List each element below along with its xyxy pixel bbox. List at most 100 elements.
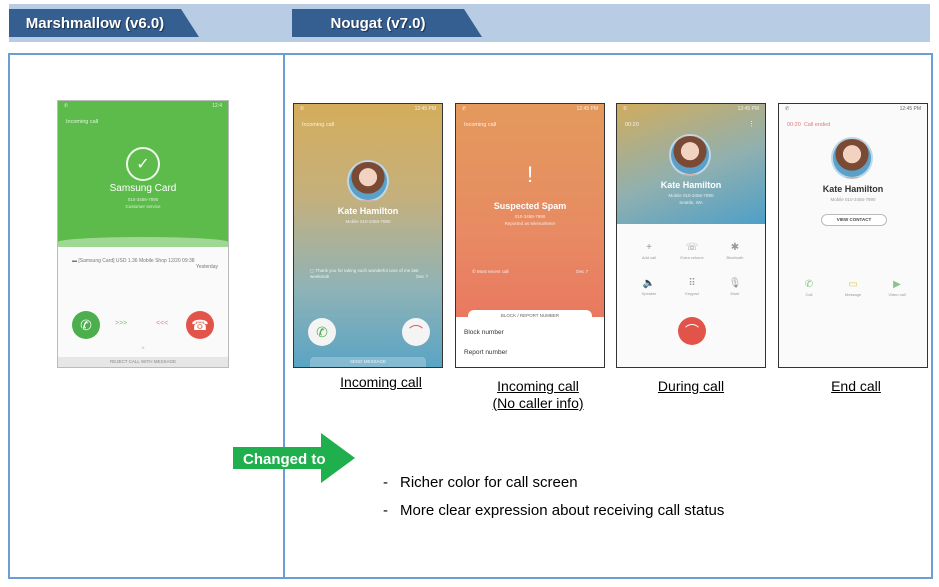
control-label: Extra volume [680, 255, 704, 260]
nougat-during-call-screen: ✆ 12:45 PM 00:20 ⋮ Kate Hamilton Mobile … [616, 103, 766, 368]
phone-icon: ✆ [300, 106, 305, 112]
sheet-title: BLOCK / REPORT NUMBER [468, 310, 592, 322]
control-label: Mute [730, 291, 740, 296]
accept-call-button[interactable]: ✆ [72, 311, 100, 339]
list-item: - Richer color for call screen [383, 474, 724, 491]
control-label: Bluetooth [726, 255, 744, 260]
message-date: Dec 7 [416, 274, 428, 279]
call-label: Incoming call [464, 122, 497, 128]
message-time: Yesterday [195, 264, 218, 270]
add-call-button[interactable]: + Add call [629, 242, 669, 260]
bullet-text: Richer color for call screen [400, 474, 578, 491]
bullet-dash: - [383, 502, 388, 519]
plus-icon: + [646, 242, 652, 253]
status-time: 12:45 PM [899, 106, 921, 112]
caller-number: Mobile 010-3456-7890 [830, 197, 876, 202]
accept-hint: >>> [115, 320, 128, 327]
hang-up-icon: ⌒ [409, 324, 423, 340]
reject-call-button[interactable]: ☎ [186, 311, 214, 339]
report-number-option[interactable]: Report number [464, 349, 507, 356]
tab-marshmallow: Marshmallow (v6.0) [9, 9, 199, 37]
caller-name: Kate Hamilton [337, 206, 399, 216]
bluetooth-button[interactable]: ✱ Bluetooth [715, 242, 755, 260]
caller-subtitle: Customer service [125, 204, 161, 209]
caller-name: Kate Hamilton [822, 184, 884, 194]
nougat-spam-screen: ✆ 12:45 PM Incoming call ! Suspected Spa… [455, 103, 605, 368]
caption-during-call: During call [657, 378, 725, 394]
send-message-button[interactable]: SEND MESSAGE [310, 357, 426, 367]
during-call-header: ✆ 12:45 PM 00:20 ⋮ Kate Hamilton Mobile … [617, 104, 765, 224]
warning-icon: ! [526, 162, 534, 187]
change-list: - Richer color for call screen - More clea… [383, 474, 724, 530]
caller-number: Mobile 010-3456-7890 [668, 193, 714, 198]
recent-call-text: Most recent call [477, 269, 509, 274]
status-bar: ✆ 12:45 PM [617, 104, 765, 114]
status-bar: ✆ 12:45 PM [779, 104, 927, 114]
mute-button[interactable]: 🎙 Mute [715, 278, 755, 296]
last-message: ▢ Thank you for taking such wonderful ca… [310, 268, 428, 279]
avatar [669, 134, 711, 176]
caller-number: Mobile 010-3456-7890 [345, 219, 391, 224]
caller-name: Suspected Spam [493, 201, 567, 211]
caption-end-call: End call [831, 378, 881, 394]
reject-hint: <<< [156, 320, 169, 327]
call-label: Incoming call [302, 122, 335, 128]
caller-location: Seattle, WA [679, 200, 703, 205]
control-label: Keypad [685, 291, 699, 296]
keypad-button[interactable]: ⠿ Keypad [672, 278, 712, 296]
video-icon: ▶ [893, 279, 901, 290]
status-time: 12:45 PM [414, 106, 436, 112]
message-text: Thank you for taking such wonderful care… [310, 268, 419, 279]
marshmallow-screen: ✆ 12:4 Incoming call ✓ Samsung Card 010-… [57, 100, 229, 368]
call-label: Incoming call [66, 119, 99, 125]
block-report-sheet: BLOCK / REPORT NUMBER Block number Repor… [456, 310, 604, 367]
call-duration: 00:20 [787, 122, 801, 128]
call-ended-label: Call ended [803, 122, 831, 128]
status-bar: ✆ 12:45 PM [294, 104, 442, 114]
status-time: 12:45 PM [737, 106, 759, 112]
video-call-button[interactable]: ▶ Video call [877, 279, 917, 297]
changed-to-label: Changed to [243, 451, 326, 468]
list-item: - More clear expression about receiving c… [383, 502, 724, 519]
control-label: Speaker [641, 291, 657, 296]
action-label: Message [844, 292, 862, 297]
call-back-button[interactable]: ✆ Call [789, 279, 829, 297]
hang-up-icon: ☎ [191, 316, 209, 333]
spam-subtitle: Reported as telemarketer [504, 221, 556, 226]
speaker-icon: 🔈 [642, 278, 656, 289]
message-button[interactable]: ▭ Message [833, 279, 873, 297]
chevron-up-icon: ^ [141, 347, 145, 353]
reject-call-button[interactable]: ⌒ [402, 318, 430, 346]
message-icon: ▭ [848, 279, 858, 290]
phone-icon: ✆ [64, 103, 69, 109]
avatar [347, 160, 389, 202]
control-label: Add call [641, 255, 657, 260]
bluetooth-icon: ✱ [730, 242, 740, 253]
recent-call: ✆ Most recent call Dec 7 [472, 269, 588, 275]
phone-icon: ✆ [785, 106, 790, 112]
column-divider [283, 53, 285, 579]
phone-icon: ✆ [462, 106, 467, 112]
nougat-incoming-screen: ✆ 12:45 PM Incoming call Kate Hamilton M… [293, 103, 443, 368]
last-message: ▬ [Samsung Card] USD 1.36 Mobile Shop 12… [72, 258, 218, 270]
call-timer: 00:20 [625, 122, 639, 128]
status-time: 12:4 [212, 103, 222, 109]
block-number-option[interactable]: Block number [464, 329, 504, 336]
extra-volume-button[interactable]: ☏ Extra volume [672, 242, 712, 260]
end-call-button[interactable]: ⌒ [678, 317, 706, 345]
action-label: Call [805, 292, 813, 297]
speaker-button[interactable]: 🔈 Speaker [629, 278, 669, 296]
view-contact-button[interactable]: VIEW CONTACT [821, 214, 887, 226]
more-options-icon[interactable]: ⋮ [748, 120, 755, 128]
action-label: Video call [888, 292, 906, 297]
reject-with-message-button[interactable]: REJECT CALL WITH MESSAGE [58, 357, 228, 367]
caller-name: Samsung Card [109, 183, 177, 194]
status-bar: ✆ 12:4 [58, 101, 228, 111]
caller-number: 010-3456-7890 [127, 197, 159, 202]
caption-incoming-call: Incoming call [340, 374, 422, 390]
accept-call-button[interactable]: ✆ [308, 318, 336, 346]
bullet-text: More clear expression about receiving ca… [400, 502, 725, 519]
volume-icon: ☏ [685, 242, 699, 253]
recent-call-date: Dec 7 [576, 269, 588, 274]
caption-incoming-no-info: Incoming call (No caller info) [475, 378, 601, 412]
